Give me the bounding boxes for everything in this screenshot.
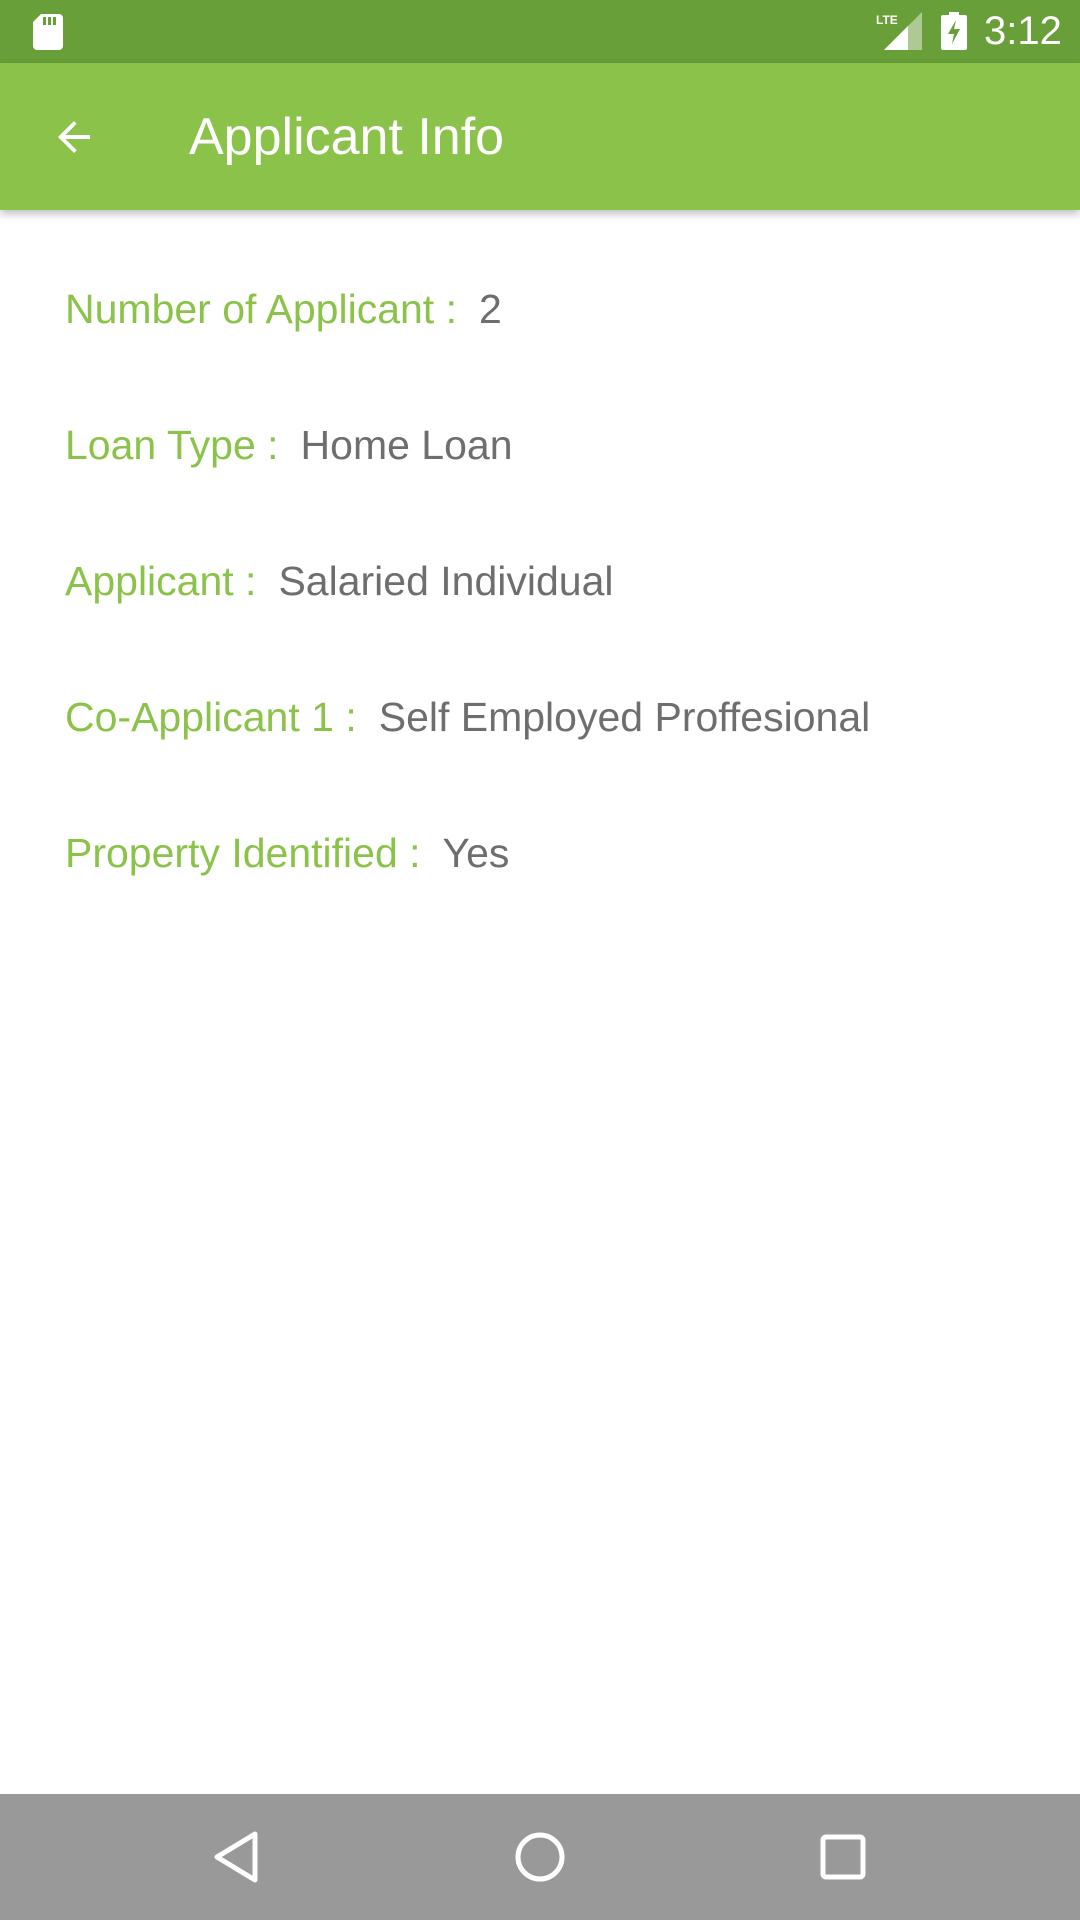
detail-value: Yes (442, 830, 510, 876)
detail-label: Number of Applicant : (65, 286, 457, 332)
applicant-details: Number of Applicant : 2 Loan Type : Home L… (0, 210, 1080, 1794)
sd-card-icon (33, 14, 63, 50)
detail-label: Loan Type : (65, 422, 279, 468)
detail-value: Salaried Individual (278, 558, 614, 604)
arrow-back-icon (58, 121, 90, 153)
detail-label: Property Identified : (65, 830, 421, 876)
nav-back-icon (214, 1831, 258, 1883)
detail-row-property-identified: Property Identified : Yes (65, 825, 509, 881)
detail-row-co-applicant-1: Co-Applicant 1 : Self Employed Proffesion… (65, 689, 870, 745)
detail-value: Home Loan (300, 422, 513, 468)
app-bar: Applicant Info (0, 63, 1080, 210)
detail-row-loan-type: Loan Type : Home Loan (65, 417, 513, 473)
status-bar: LTE 3:12 (0, 0, 1080, 63)
back-button[interactable] (30, 101, 118, 173)
nav-home-button[interactable] (500, 1817, 580, 1897)
detail-label: Applicant : (65, 558, 257, 604)
nav-back-button[interactable] (197, 1817, 277, 1897)
nav-recents-icon (820, 1834, 866, 1880)
battery-charging-icon (941, 12, 967, 50)
navigation-bar (0, 1794, 1080, 1920)
lte-label: LTE (876, 13, 898, 27)
detail-row-number-of-applicant: Number of Applicant : 2 (65, 281, 502, 337)
detail-value: 2 (478, 286, 502, 332)
page-title: Applicant Info (189, 108, 505, 166)
screen: LTE 3:12 Applicant Info Number of Applic… (0, 0, 1080, 1920)
detail-label: Co-Applicant 1 : (65, 694, 357, 740)
status-clock: 3:12 (984, 9, 1062, 53)
lte-signal-icon: LTE (876, 12, 922, 50)
detail-row-applicant: Applicant : Salaried Individual (65, 553, 614, 609)
detail-value: Self Employed Proffesional (378, 694, 871, 740)
nav-recents-button[interactable] (803, 1817, 883, 1897)
nav-home-icon (515, 1832, 565, 1882)
